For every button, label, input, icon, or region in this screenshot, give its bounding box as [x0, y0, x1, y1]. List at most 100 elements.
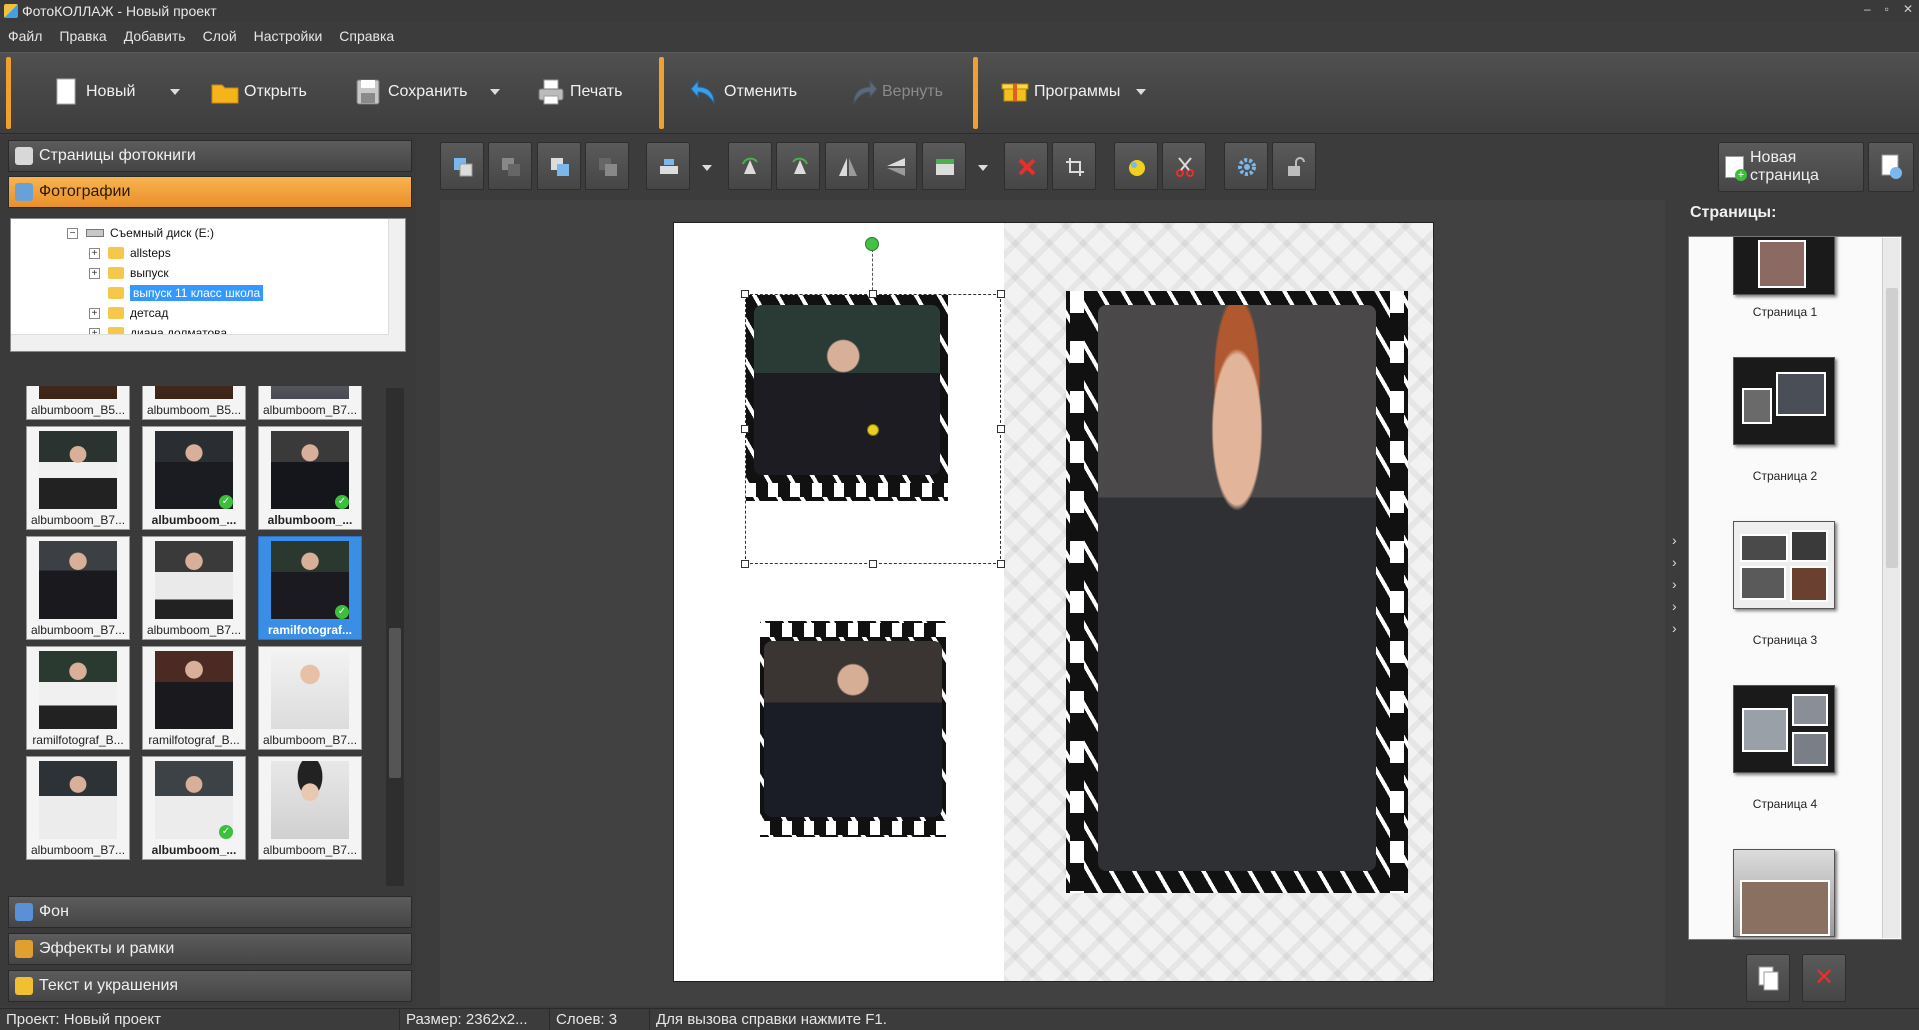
tree-vertical-scrollbar[interactable] [388, 219, 405, 351]
section-effects-frames[interactable]: Эффекты и рамки [8, 933, 412, 965]
pages-vertical-scrollbar[interactable] [1882, 238, 1900, 938]
lock-button[interactable] [1272, 142, 1316, 190]
collage-page[interactable] [673, 222, 1434, 982]
menu-layer[interactable]: Слой [203, 28, 237, 44]
photo-thumbnail[interactable]: albumboom_... ✓ [258, 426, 362, 530]
photo-thumbnail[interactable]: albumboom_B5... [26, 386, 130, 420]
new-page-button[interactable]: Новая страница [1718, 142, 1864, 192]
programs-button[interactable]: Программы [1000, 67, 1120, 117]
section-photobook-pages[interactable]: Страницы фотокниги [8, 140, 412, 172]
flip-vertical-button[interactable] [873, 142, 917, 190]
scrollbar-thumb[interactable] [389, 628, 401, 778]
photo-thumbnail[interactable]: albumboom_B7... [26, 426, 130, 530]
redo-button[interactable]: Вернуть [848, 67, 943, 117]
new-dropdown-icon[interactable] [170, 89, 180, 95]
delete-button[interactable] [1004, 142, 1048, 190]
align-dropdown-icon[interactable] [702, 165, 712, 171]
menu-edit[interactable]: Правка [59, 28, 106, 44]
photo-frame-3[interactable] [1066, 291, 1408, 893]
expand-icon[interactable]: + [89, 307, 100, 319]
page-thumbnail-2[interactable] [1733, 357, 1835, 445]
tree-item-folder[interactable]: + детсад [89, 303, 168, 323]
duplicate-page-button[interactable] [1746, 954, 1790, 1002]
cut-button[interactable] [1162, 142, 1206, 190]
section-photos[interactable]: Фотографии [8, 176, 412, 208]
photo-thumbnail[interactable]: albumboom_B7... [26, 756, 130, 860]
photo-thumbnail[interactable]: albumboom_B5... [142, 386, 246, 420]
rotation-handle[interactable] [865, 237, 879, 251]
new-button[interactable]: Новый [52, 67, 135, 117]
menu-file[interactable]: Файл [8, 28, 42, 44]
chevron-right-icon[interactable]: › [1672, 576, 1677, 592]
send-backward-button[interactable] [585, 142, 629, 190]
fit-size-button[interactable] [922, 142, 966, 190]
chevron-right-icon[interactable]: › [1672, 554, 1677, 570]
programs-dropdown-icon[interactable] [1136, 89, 1146, 95]
tree-item-drive[interactable]: − Съемный диск (E:) [67, 223, 214, 243]
resize-handle[interactable] [869, 290, 877, 298]
tree-item-folder-selected[interactable]: выпуск 11 класс школа [108, 283, 264, 303]
resize-handle[interactable] [869, 560, 877, 568]
chevron-right-icon[interactable]: › [1672, 598, 1677, 614]
menu-help[interactable]: Справка [339, 28, 394, 44]
open-button[interactable]: Открыть [210, 67, 307, 117]
close-icon[interactable]: ✕ [1903, 2, 1913, 16]
undo-button[interactable]: Отменить [690, 67, 797, 117]
resize-handle[interactable] [997, 560, 1005, 568]
chevron-right-icon[interactable]: › [1672, 620, 1677, 636]
resize-handle[interactable] [741, 290, 749, 298]
send-to-back-button[interactable] [488, 142, 532, 190]
resize-handle[interactable] [997, 290, 1005, 298]
color-effects-button[interactable] [1114, 142, 1158, 190]
page-thumbnail-3[interactable] [1733, 521, 1835, 609]
tree-item-folder[interactable]: + выпуск [89, 263, 169, 283]
resize-handle[interactable] [741, 425, 749, 433]
delete-page-button[interactable]: ✕ [1802, 954, 1846, 1002]
resize-handle[interactable] [997, 425, 1005, 433]
photo-thumbnail[interactable]: albumboom_B7... [26, 536, 130, 640]
menu-add[interactable]: Добавить [124, 28, 186, 44]
crop-button[interactable] [1052, 142, 1096, 190]
flip-horizontal-button[interactable] [825, 142, 869, 190]
folder-tree[interactable]: − Съемный диск (E:) + allsteps + выпуск … [10, 218, 406, 352]
maximize-icon[interactable]: ▫ [1885, 2, 1889, 16]
center-point[interactable] [867, 424, 879, 436]
tree-item-folder[interactable]: + allsteps [89, 243, 171, 263]
photo-thumbnail[interactable]: albumboom_B7... [258, 646, 362, 750]
print-button[interactable]: Печать [536, 67, 622, 117]
save-button[interactable]: Сохранить [354, 67, 468, 117]
expand-icon[interactable]: + [89, 267, 100, 279]
align-button[interactable] [646, 142, 690, 190]
resize-handle[interactable] [741, 560, 749, 568]
menu-settings[interactable]: Настройки [254, 28, 323, 44]
photo-thumbnail[interactable]: albumboom_... ✓ [142, 756, 246, 860]
expand-icon[interactable]: + [89, 247, 100, 259]
fit-dropdown-icon[interactable] [978, 165, 988, 171]
chevron-right-icon[interactable]: › [1672, 532, 1677, 548]
photo-thumbnail[interactable]: ramilfotograf_B... [26, 646, 130, 750]
photo-thumbnail[interactable]: albumboom_B7... [142, 536, 246, 640]
rotate-right-button[interactable] [776, 142, 820, 190]
page-thumbnail-1[interactable] [1733, 237, 1835, 295]
page-from-template-button[interactable] [1868, 142, 1914, 192]
photo-thumbnail[interactable]: ramilfotograf_B... [142, 646, 246, 750]
photo-thumbnail[interactable]: albumboom_B7... [258, 386, 362, 420]
save-dropdown-icon[interactable] [490, 89, 500, 95]
photo-frame-2[interactable] [760, 621, 946, 837]
settings-button[interactable] [1224, 142, 1268, 190]
scrollbar-thumb[interactable] [1886, 288, 1898, 568]
rotate-left-button[interactable] [728, 142, 772, 190]
page-thumbnail-4[interactable] [1733, 685, 1835, 773]
panel-collapse-arrows[interactable]: › › › › › [1672, 532, 1677, 636]
tree-horizontal-scrollbar[interactable] [11, 334, 389, 351]
section-background[interactable]: Фон [8, 896, 412, 928]
bring-to-front-button[interactable] [440, 142, 484, 190]
bring-forward-button[interactable] [537, 142, 581, 190]
thumbnails-vertical-scrollbar[interactable] [386, 388, 404, 886]
section-text-decorations[interactable]: Текст и украшения [8, 970, 412, 1002]
page-thumbnail-5[interactable] [1733, 849, 1835, 937]
photo-thumbnail[interactable]: albumboom_B7... [258, 756, 362, 860]
photo-thumbnail[interactable]: albumboom_... ✓ [142, 426, 246, 530]
photo-thumbnail-selected[interactable]: ramilfotograf... ✓ [258, 536, 362, 640]
minimize-icon[interactable]: – [1864, 2, 1871, 16]
